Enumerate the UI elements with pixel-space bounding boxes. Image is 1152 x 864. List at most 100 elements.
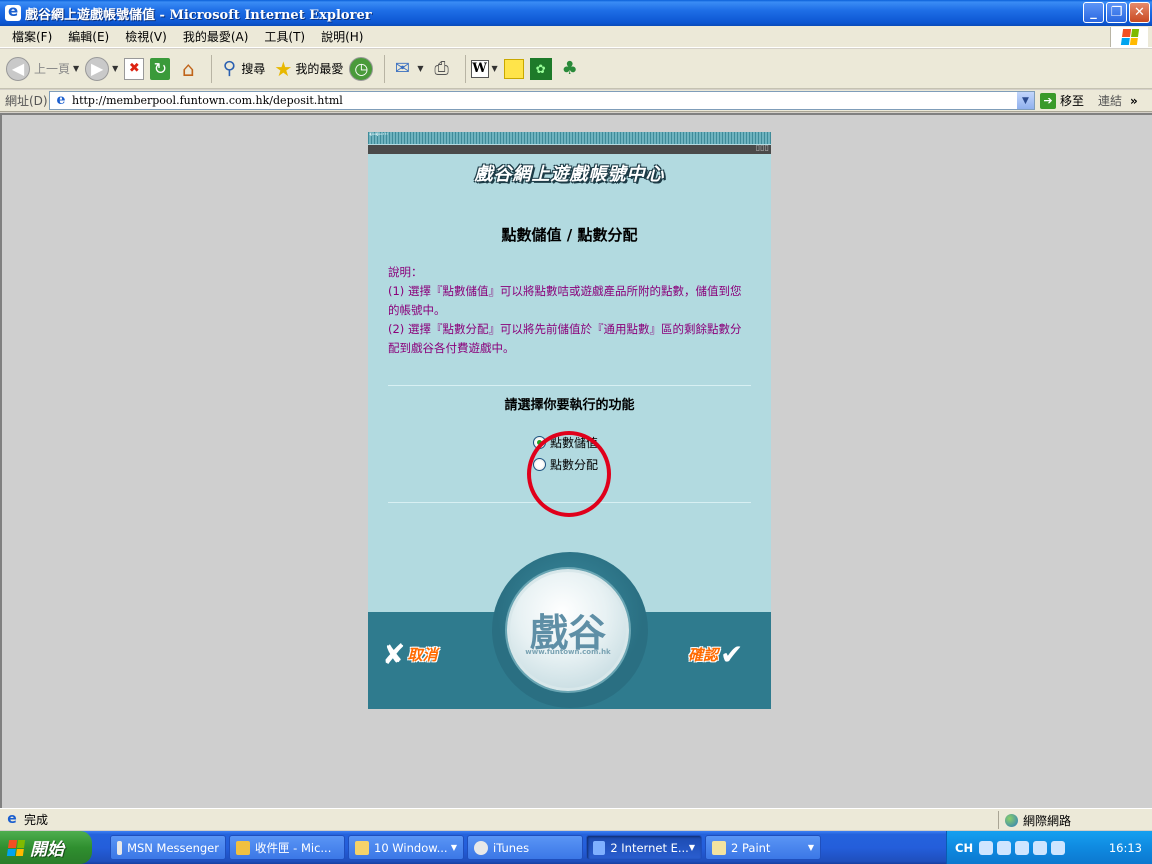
group-dropdown-icon: ▼ bbox=[450, 843, 457, 852]
group-dropdown-icon: ▼ bbox=[807, 843, 814, 852]
forward-dropdown-icon[interactable]: ▼ bbox=[112, 64, 118, 73]
back-dropdown-icon[interactable]: ▼ bbox=[73, 64, 79, 73]
task-label: 10 Window... bbox=[374, 840, 448, 855]
tray-icon[interactable] bbox=[1033, 840, 1048, 855]
word-icon: W bbox=[470, 59, 489, 78]
description-line-1: (1) 選擇『點數儲值』可以將點數咭或遊戲產品所附的點數，儲值到您的帳號中。 bbox=[388, 284, 742, 317]
choose-function-label: 請選擇你要執行的功能 bbox=[504, 398, 635, 413]
go-label: 移至 bbox=[1060, 94, 1085, 108]
stop-icon: ✖ bbox=[124, 57, 145, 80]
menu-edit[interactable]: 編輯(E) bbox=[60, 28, 117, 45]
menu-file[interactable]: 檔案(F) bbox=[4, 28, 60, 45]
task-msn-messenger[interactable]: MSN Messenger bbox=[110, 835, 226, 860]
task-label: 2 Internet E... bbox=[610, 840, 689, 855]
cancel-label[interactable]: 取消 bbox=[407, 644, 437, 665]
refresh-icon: ↻ bbox=[150, 57, 171, 80]
windows-logo-icon bbox=[1110, 27, 1148, 47]
system-tray: CH 16:13 bbox=[946, 831, 1152, 864]
paint-icon bbox=[712, 840, 726, 855]
address-url[interactable]: http://memberpool.funtown.com.hk/deposit… bbox=[72, 94, 1017, 107]
back-label: 上一頁 bbox=[34, 62, 71, 76]
search-button[interactable]: ⚲ 搜尋 bbox=[217, 57, 266, 81]
edit-button[interactable]: W ▼ bbox=[470, 59, 498, 78]
confirm-label[interactable]: 確認 bbox=[688, 644, 718, 665]
edit-dropdown-icon[interactable]: ▼ bbox=[492, 64, 498, 73]
menu-help[interactable]: 說明(H) bbox=[313, 28, 371, 45]
status-text: 完成 bbox=[24, 813, 49, 827]
toolbar: ◀ 上一頁 ▼ ▶ ▼ ✖ ↻ ⌂ ⚲ 搜尋 ★ 我的最愛 ◷ ✉ ▼ ⎙ W … bbox=[0, 49, 1152, 89]
address-bar: 網址(D) e http://memberpool.funtown.com.hk… bbox=[0, 90, 1152, 112]
mail-button[interactable]: ✉ ▼ bbox=[390, 57, 424, 81]
minimize-button[interactable]: _ bbox=[1083, 2, 1104, 23]
tray-icon[interactable] bbox=[997, 840, 1012, 855]
logo-url: www.funtown.com.hk bbox=[525, 648, 611, 656]
mail-dropdown-icon[interactable]: ▼ bbox=[417, 64, 423, 73]
msn-icon bbox=[117, 840, 123, 855]
security-zone: 網際網路 bbox=[998, 811, 1071, 829]
arrows-decoration-icon: ←←··· bbox=[369, 132, 389, 140]
title-bar[interactable]: 戲谷網上遊戲帳號儲值 - Microsoft Internet Explorer… bbox=[0, 0, 1152, 26]
forward-button[interactable]: ▶ ▼ bbox=[85, 56, 118, 81]
task-windows-explorer[interactable]: 10 Window... ▼ bbox=[348, 835, 464, 860]
task-paint[interactable]: 2 Paint ▼ bbox=[705, 835, 821, 860]
page-title: 點數儲值 / 點數分配 bbox=[501, 226, 638, 244]
zone-label: 網際網路 bbox=[1023, 813, 1072, 828]
panel-top-stripe: ←←··· bbox=[368, 132, 771, 144]
forward-arrow-icon: ▶ bbox=[85, 56, 110, 81]
clock[interactable]: 16:13 bbox=[1109, 841, 1142, 855]
home-button[interactable]: ⌂ bbox=[176, 57, 200, 81]
toolbar-separator bbox=[211, 54, 213, 83]
links-button[interactable]: 連結 bbox=[1098, 92, 1122, 109]
menu-tools[interactable]: 工具(T) bbox=[256, 28, 313, 45]
chevron-right-icon[interactable]: » bbox=[1130, 94, 1138, 108]
task-label: 2 Paint bbox=[731, 840, 771, 855]
tray-icon[interactable] bbox=[979, 840, 994, 855]
close-button[interactable]: ✕ bbox=[1129, 2, 1150, 23]
menu-bar: 檔案(F) 編輯(E) 檢視(V) 我的最愛(A) 工具(T) 說明(H) bbox=[0, 26, 1152, 48]
site-header: 戲谷網上遊戲帳號中心 bbox=[474, 164, 665, 185]
window-title: 戲谷網上遊戲帳號儲值 - Microsoft Internet Explorer bbox=[25, 7, 372, 23]
ie-icon bbox=[593, 840, 606, 855]
favorites-button[interactable]: ★ 我的最愛 bbox=[271, 57, 343, 81]
stop-button[interactable]: ✖ bbox=[124, 57, 145, 80]
print-button[interactable]: ⎙ bbox=[430, 57, 454, 81]
menu-view[interactable]: 檢視(V) bbox=[117, 28, 175, 45]
toolbar-separator bbox=[384, 54, 386, 83]
restore-button[interactable]: ❐ bbox=[1106, 2, 1127, 23]
icq-button[interactable]: ✿ bbox=[529, 57, 552, 80]
start-button[interactable]: 開始 bbox=[0, 831, 92, 864]
printer-icon: ⎙ bbox=[434, 58, 449, 79]
search-label: 搜尋 bbox=[241, 62, 266, 76]
status-bar: e 完成 網際網路 bbox=[0, 808, 1152, 830]
cancel-button[interactable]: ✘ 取消 bbox=[382, 638, 437, 671]
tray-icon[interactable] bbox=[1051, 840, 1066, 855]
task-itunes[interactable]: iTunes bbox=[467, 835, 583, 860]
highlight-circle bbox=[527, 431, 611, 517]
cross-icon: ✘ bbox=[382, 638, 406, 671]
confirm-button[interactable]: 確認 ✔ bbox=[688, 638, 743, 671]
dots-decoration-icon: ▯▯▯ bbox=[755, 143, 769, 152]
tray-icon[interactable] bbox=[1015, 840, 1030, 855]
task-internet-explorer[interactable]: 2 Internet E... ▼ bbox=[586, 835, 702, 860]
address-input[interactable]: e http://memberpool.funtown.com.hk/depos… bbox=[49, 91, 1035, 110]
task-inbox[interactable]: 收件匣 - Mic... bbox=[229, 835, 345, 860]
go-button[interactable]: ➔ 移至 bbox=[1040, 92, 1084, 109]
menu-favorites[interactable]: 我的最愛(A) bbox=[175, 28, 257, 45]
back-button[interactable]: ◀ 上一頁 ▼ bbox=[6, 56, 79, 81]
discuss-button[interactable] bbox=[503, 58, 524, 79]
ie-icon bbox=[5, 2, 21, 21]
refresh-button[interactable]: ↻ bbox=[150, 57, 171, 80]
messenger-button[interactable]: ♣ bbox=[558, 57, 582, 81]
go-arrow-icon: ➔ bbox=[1040, 92, 1056, 109]
divider bbox=[388, 385, 751, 386]
globe-icon bbox=[1005, 813, 1018, 827]
task-label: iTunes bbox=[493, 840, 530, 855]
folder-icon bbox=[355, 840, 369, 855]
address-dropdown-icon[interactable]: ▼ bbox=[1017, 92, 1034, 109]
history-button[interactable]: ◷ bbox=[349, 56, 374, 81]
language-indicator[interactable]: CH bbox=[955, 841, 973, 855]
task-label: MSN Messenger bbox=[127, 840, 219, 855]
back-arrow-icon: ◀ bbox=[6, 56, 30, 81]
description-heading: 說明： bbox=[388, 265, 423, 279]
description-line-2: (2) 選擇『點數分配』可以將先前儲值於『通用點數』區的剩餘點數分配到戲谷各付費… bbox=[388, 322, 742, 355]
